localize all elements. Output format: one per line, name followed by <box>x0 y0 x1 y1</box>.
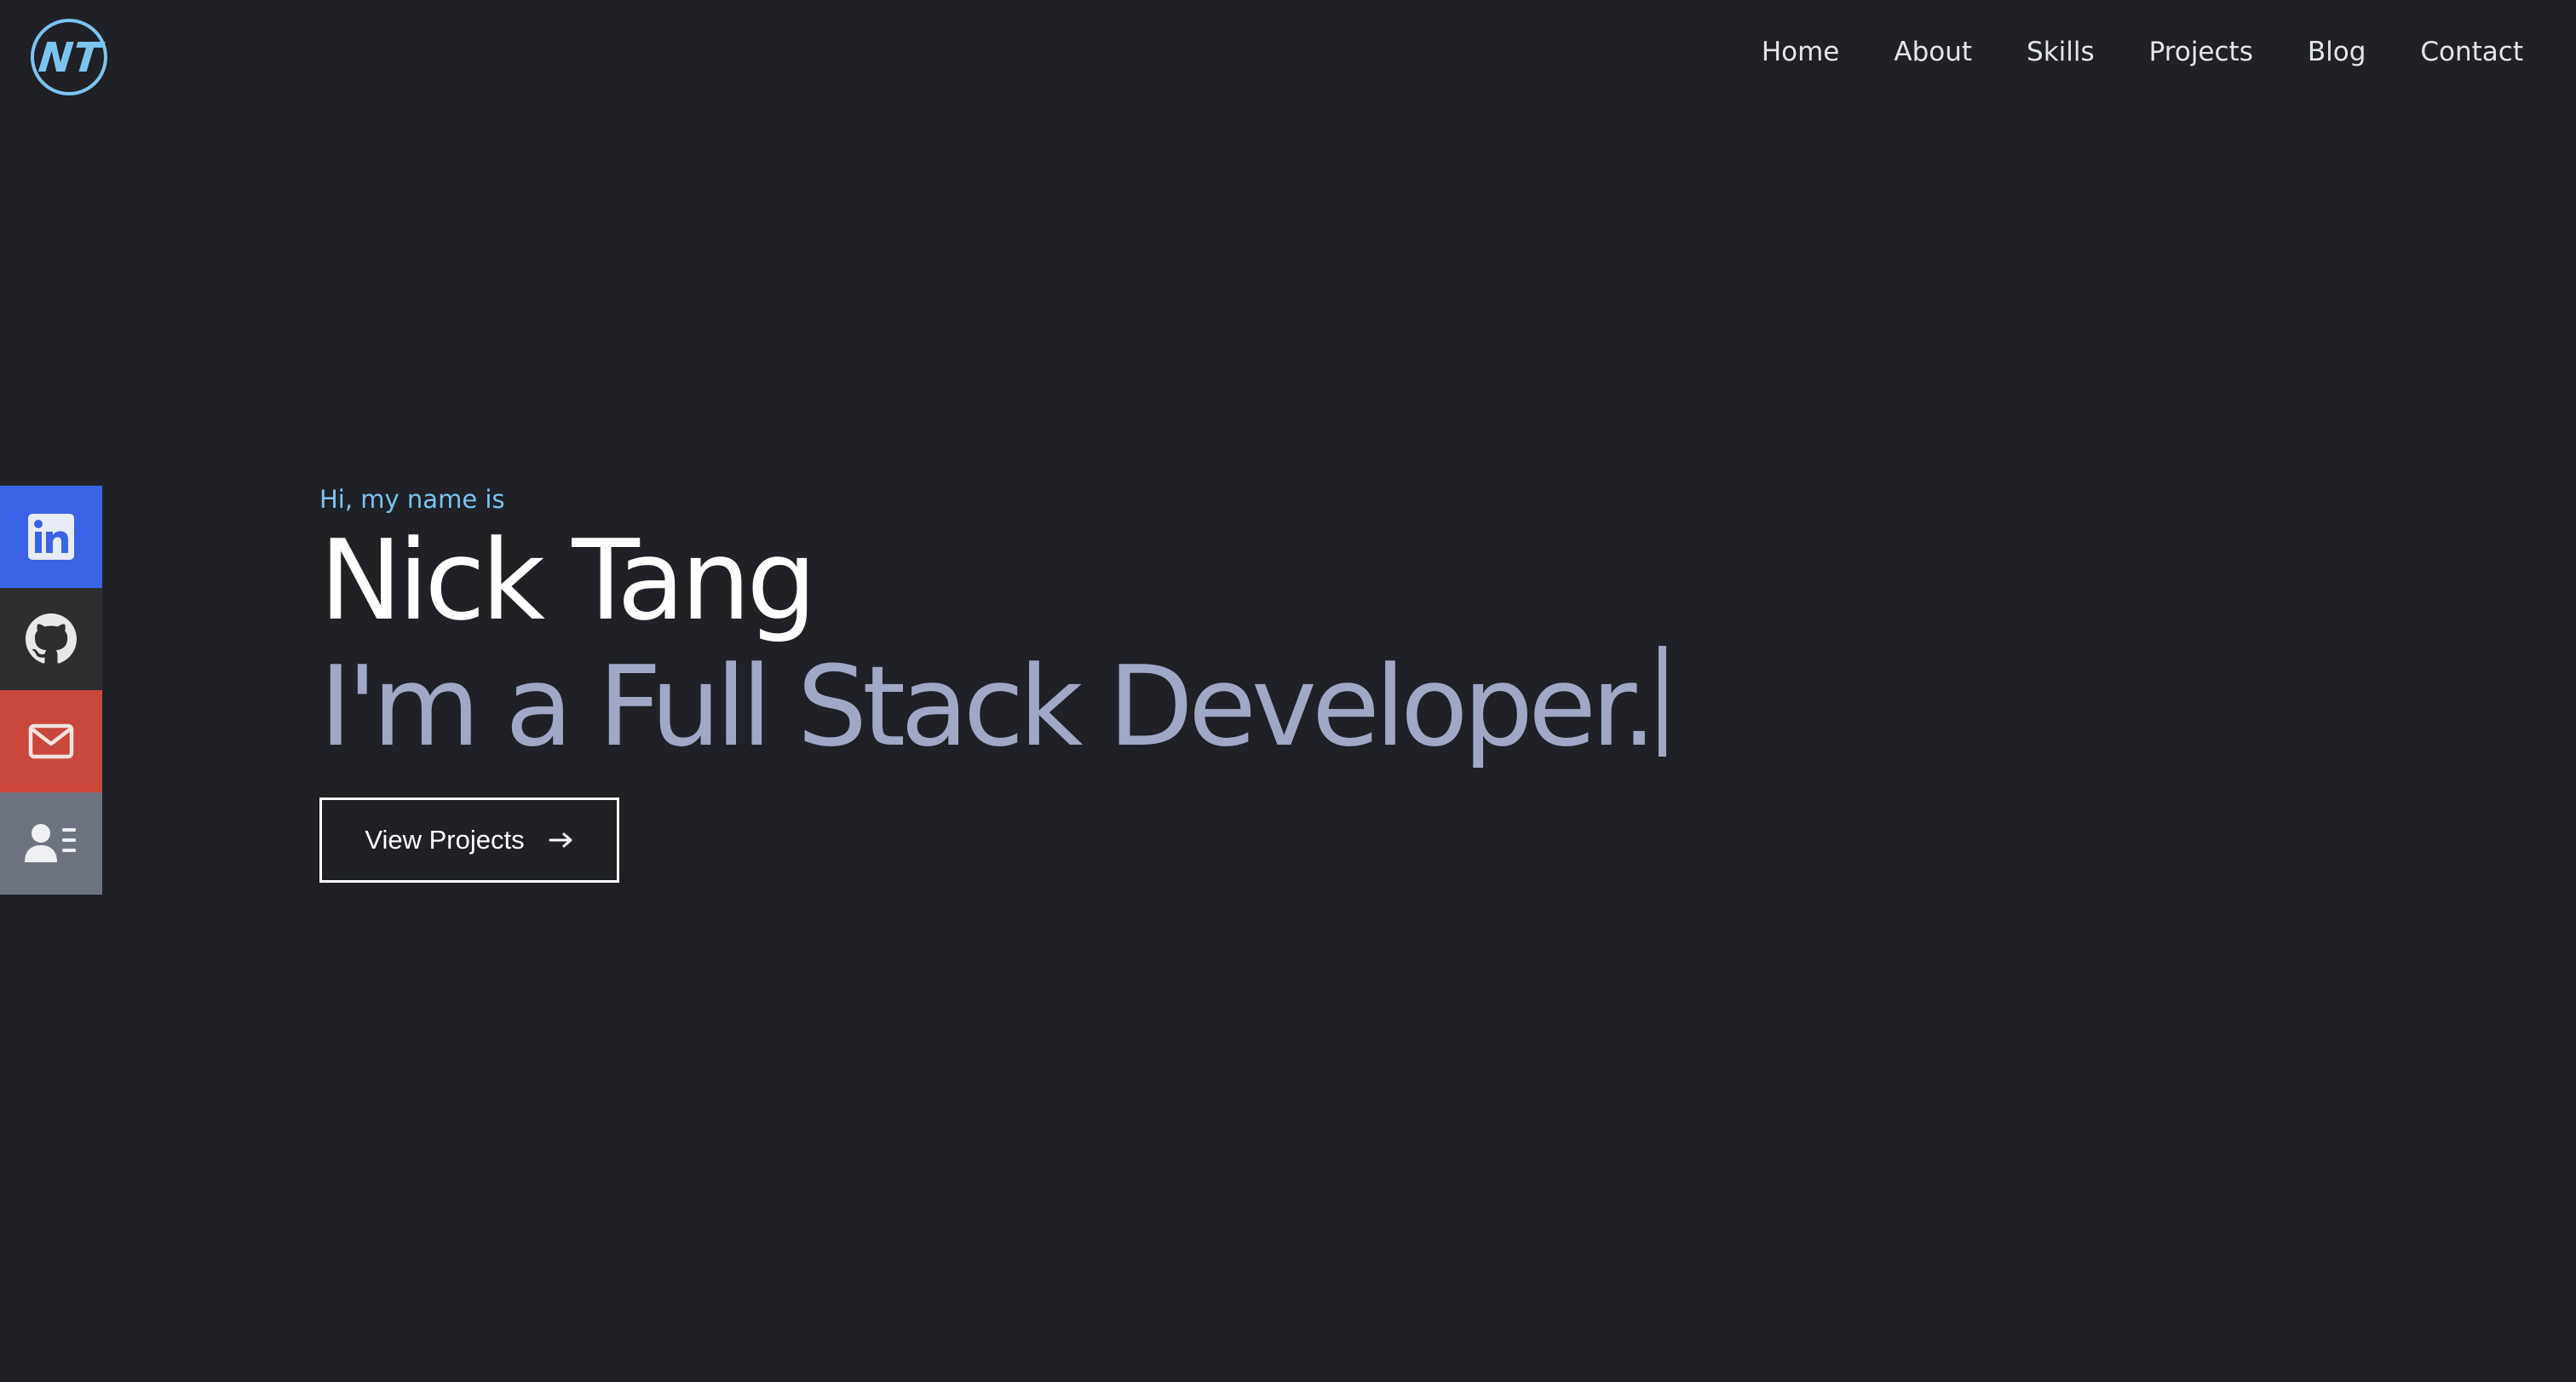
nt-logo[interactable]: NT <box>30 18 108 96</box>
hero-section: Hi, my name is Nick Tang I'm a Full Stac… <box>319 482 1666 769</box>
github-link[interactable] <box>0 588 102 690</box>
page: NT Home About Skills Projects Blog Conta… <box>0 0 2576 1382</box>
nav-projects[interactable]: Projects <box>2122 32 2280 72</box>
logo-text: NT <box>37 34 106 82</box>
nav-home[interactable]: Home <box>1734 32 1867 72</box>
view-projects-label: View Projects <box>365 825 525 855</box>
linkedin-link[interactable] <box>0 486 102 588</box>
nav-skills[interactable]: Skills <box>1999 32 2122 72</box>
nav-contact[interactable]: Contact <box>2393 32 2523 72</box>
resume-link[interactable] <box>0 792 102 895</box>
github-icon <box>26 613 77 664</box>
email-link[interactable] <box>0 690 102 792</box>
hero-greeting: Hi, my name is <box>319 485 505 514</box>
hero-tagline: I'm a Full Stack Developer. <box>319 642 1657 771</box>
social-sidebar <box>0 486 102 895</box>
main-nav: Home About Skills Projects Blog Contact <box>1734 32 2523 72</box>
hero-tagline-line: I'm a Full Stack Developer. <box>319 644 1666 769</box>
mail-icon <box>28 723 74 759</box>
typing-cursor <box>1658 646 1666 757</box>
view-projects-button[interactable]: View Projects <box>319 798 619 883</box>
arrow-right-icon <box>549 832 572 848</box>
nav-about[interactable]: About <box>1866 32 1999 72</box>
nav-blog[interactable]: Blog <box>2280 32 2394 72</box>
hero-name: Nick Tang <box>319 515 817 645</box>
linkedin-icon <box>28 514 74 560</box>
contact-card-icon <box>25 824 76 862</box>
